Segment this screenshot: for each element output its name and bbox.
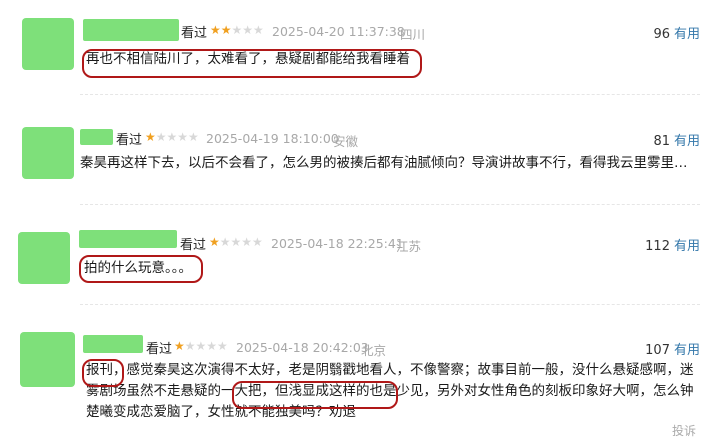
rating-stars: ★★★★★ (174, 339, 228, 353)
report-link[interactable]: 投诉 (672, 422, 696, 439)
review-item: 看过 ★★★★★ 2025-04-18 22:25:41 江苏 112 有用 拍的… (0, 205, 720, 305)
review-location: 四川 (400, 27, 426, 42)
vote-count: 81 (653, 134, 670, 149)
review-date: 2025-04-18 22:25:41 (271, 236, 404, 251)
username-redacted[interactable] (80, 129, 113, 145)
annotation-oval (82, 49, 422, 78)
useful-votes: 81 有用 (653, 130, 700, 149)
seen-label: 看过 (146, 342, 173, 357)
username-redacted[interactable] (83, 335, 143, 353)
rating-stars: ★★★★★ (209, 235, 263, 249)
annotation-oval (79, 255, 203, 283)
seen-label: 看过 (116, 133, 143, 148)
annotation-oval (82, 359, 124, 387)
username-redacted[interactable] (83, 19, 179, 41)
seen-label: 看过 (181, 26, 208, 41)
useful-button[interactable]: 有用 (674, 343, 700, 358)
useful-votes: 112 有用 (645, 235, 700, 254)
useful-votes: 107 有用 (645, 339, 700, 358)
vote-count: 112 (645, 239, 670, 254)
vote-count: 107 (645, 343, 670, 358)
review-date: 2025-04-20 11:37:38 (272, 24, 405, 39)
avatar[interactable] (20, 332, 75, 387)
avatar[interactable] (22, 127, 74, 179)
review-location: 安徽 (333, 134, 359, 149)
useful-votes: 96 有用 (653, 23, 700, 42)
rating-stars: ★★★★★ (145, 130, 199, 144)
username-redacted[interactable] (79, 230, 177, 248)
rating-stars: ★★★★★ (210, 23, 264, 37)
review-location: 北京 (361, 343, 387, 358)
review-item: 看过 ★★★★★ 2025-04-20 11:37:38 四川 96 有用 再也不… (0, 0, 720, 95)
useful-button[interactable]: 有用 (674, 134, 700, 149)
seen-label: 看过 (180, 238, 207, 253)
avatar[interactable] (22, 18, 74, 70)
review-date: 2025-04-18 20:42:03 (236, 340, 369, 355)
useful-button[interactable]: 有用 (674, 27, 700, 42)
review-location: 江苏 (396, 239, 422, 254)
vote-count: 96 (653, 27, 670, 42)
review-text: 秦昊再这样下去，以后不会看了，怎么男的被揍后都有油腻倾向？导演讲故事不行，看得我… (80, 155, 690, 171)
review-item: 看过 ★★★★★ 2025-04-19 18:10:00 安徽 81 有用 秦昊再… (0, 95, 720, 205)
useful-button[interactable]: 有用 (674, 239, 700, 254)
annotation-oval (232, 381, 398, 409)
avatar[interactable] (18, 232, 70, 284)
review-item: 看过 ★★★★★ 2025-04-18 20:42:03 北京 107 有用 报刊… (0, 305, 720, 445)
review-date: 2025-04-19 18:10:00 (206, 131, 339, 146)
